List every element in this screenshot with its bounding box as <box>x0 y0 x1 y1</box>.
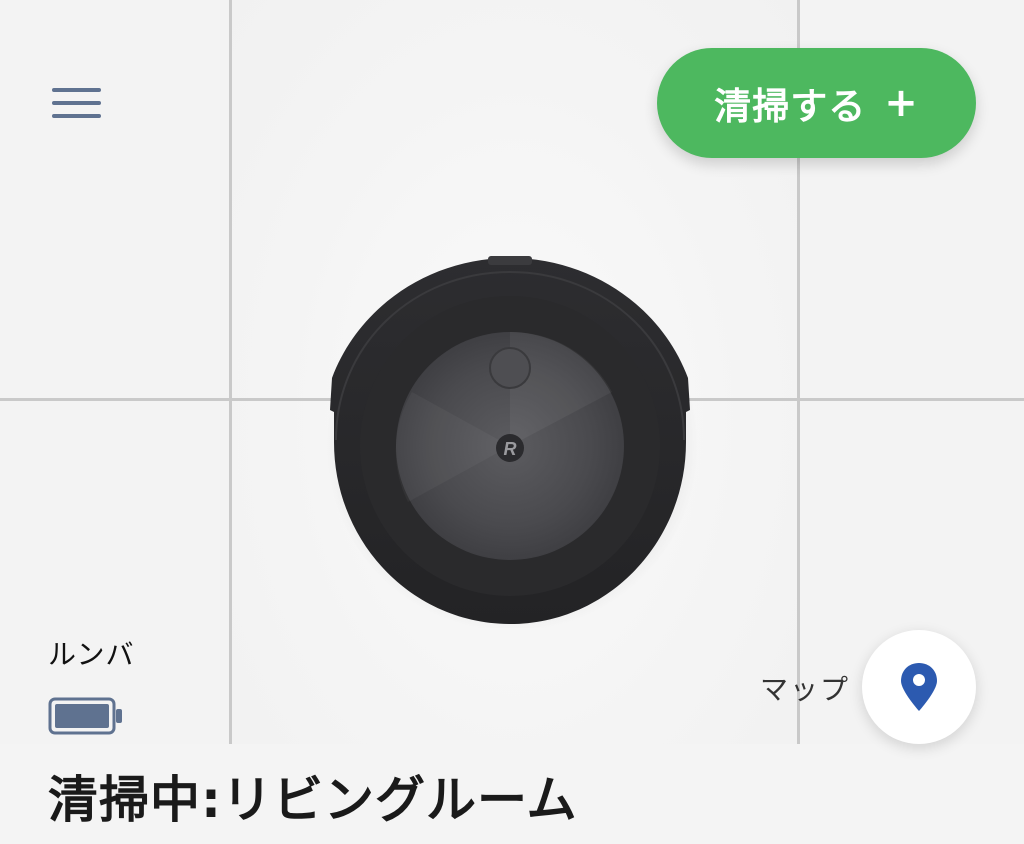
robot-clean-button <box>489 347 531 389</box>
front-sensor <box>488 256 532 265</box>
cleaning-status: 清掃中:リビングルーム <box>48 771 578 829</box>
battery-terminal <box>116 709 122 723</box>
start-clean-label: 清掃する <box>714 85 867 128</box>
robot-vacuum-image: R <box>322 252 698 632</box>
menu-bar <box>52 88 101 92</box>
pin-shape <box>901 663 937 711</box>
plus-icon: + <box>884 80 919 126</box>
map-pin-icon <box>901 663 937 711</box>
irobot-logo-letter: R <box>504 439 517 459</box>
start-clean-button[interactable]: 清掃する + <box>657 48 976 158</box>
menu-bar <box>52 101 101 105</box>
battery-graphic <box>48 697 122 735</box>
robot-vacuum-graphic: R <box>326 256 698 632</box>
hamburger-menu-icon[interactable] <box>40 76 116 132</box>
battery-icon <box>48 697 124 735</box>
menu-bar <box>52 114 101 118</box>
battery-fill <box>55 704 109 728</box>
floor-tile-line <box>229 0 232 744</box>
pin-hole <box>913 674 925 686</box>
robot-home-screen: 清掃する + R ルンバ 清掃中:リビングルーム マップ <box>0 0 1024 844</box>
map-label[interactable]: マップ <box>760 668 850 708</box>
robot-name: ルンバ <box>48 638 135 671</box>
map-button[interactable] <box>862 630 976 744</box>
